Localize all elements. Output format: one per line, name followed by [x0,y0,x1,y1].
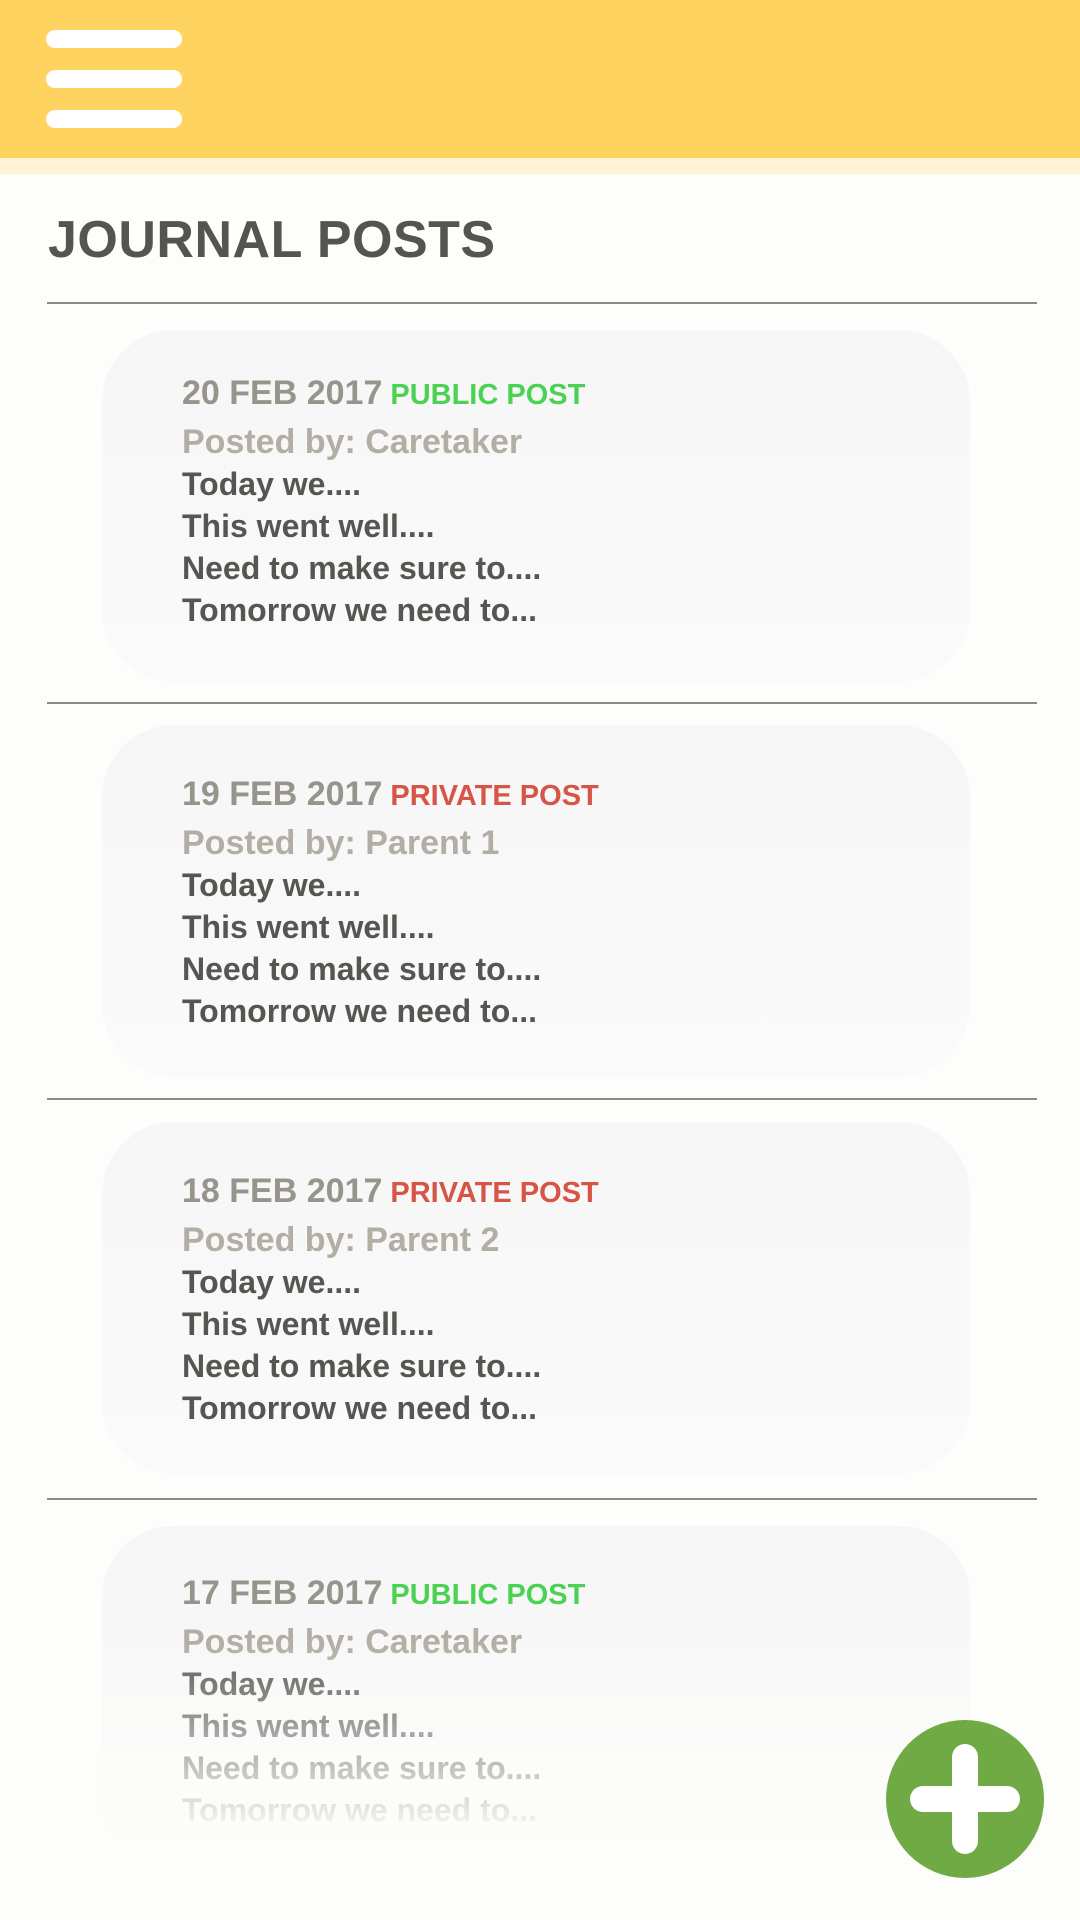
post-line: Tomorrow we need to... [182,993,537,1029]
post-date: 19 FEB 2017 [182,775,383,813]
post-line: This went well.... [182,1708,435,1744]
post-author: Posted by: Parent 2 [182,1221,500,1259]
post-date: 20 FEB 2017 [182,374,383,412]
divider [47,1098,1037,1100]
page-title: JOURNAL POSTS [48,211,496,269]
app-header [0,0,1080,174]
post-line: Tomorrow we need to... [182,1390,537,1426]
post-card[interactable]: 18 FEB 2017 PRIVATE POST Posted by: Paren… [102,1122,970,1474]
post-line: Need to make sure to.... [182,1750,542,1786]
plus-icon [952,1744,978,1854]
post-line: Today we.... [182,466,361,502]
post-line: Today we.... [182,1264,361,1300]
visibility-badge: PUBLIC POST [390,379,586,411]
post-line: Today we.... [182,867,361,903]
post-author: Posted by: Caretaker [182,1623,523,1661]
post-card[interactable]: 17 FEB 2017 PUBLIC POST Posted by: Careta… [102,1526,970,1878]
post-date: 18 FEB 2017 [182,1172,383,1210]
post-line: This went well.... [182,1306,435,1342]
visibility-badge: PRIVATE POST [390,1177,599,1209]
post-line: Tomorrow we need to... [182,592,537,628]
add-post-button[interactable] [886,1720,1044,1878]
post-line: Today we.... [182,1666,361,1702]
post-line: Need to make sure to.... [182,550,542,586]
divider [47,702,1037,704]
post-date: 17 FEB 2017 [182,1574,383,1612]
divider [47,302,1037,304]
post-line: This went well.... [182,508,435,544]
post-line: Need to make sure to.... [182,951,542,987]
post-line: Tomorrow we need to... [182,1792,537,1828]
post-line: Need to make sure to.... [182,1348,542,1384]
post-line: This went well.... [182,909,435,945]
visibility-badge: PRIVATE POST [390,780,599,812]
divider [47,1498,1037,1500]
post-card[interactable]: 20 FEB 2017 PUBLIC POST Posted by: Careta… [102,330,970,682]
visibility-badge: PUBLIC POST [390,1579,586,1611]
post-author: Posted by: Caretaker [182,423,523,461]
post-card[interactable]: 19 FEB 2017 PRIVATE POST Posted by: Paren… [102,725,970,1077]
menu-icon[interactable] [46,30,182,128]
post-author: Posted by: Parent 1 [182,824,500,862]
